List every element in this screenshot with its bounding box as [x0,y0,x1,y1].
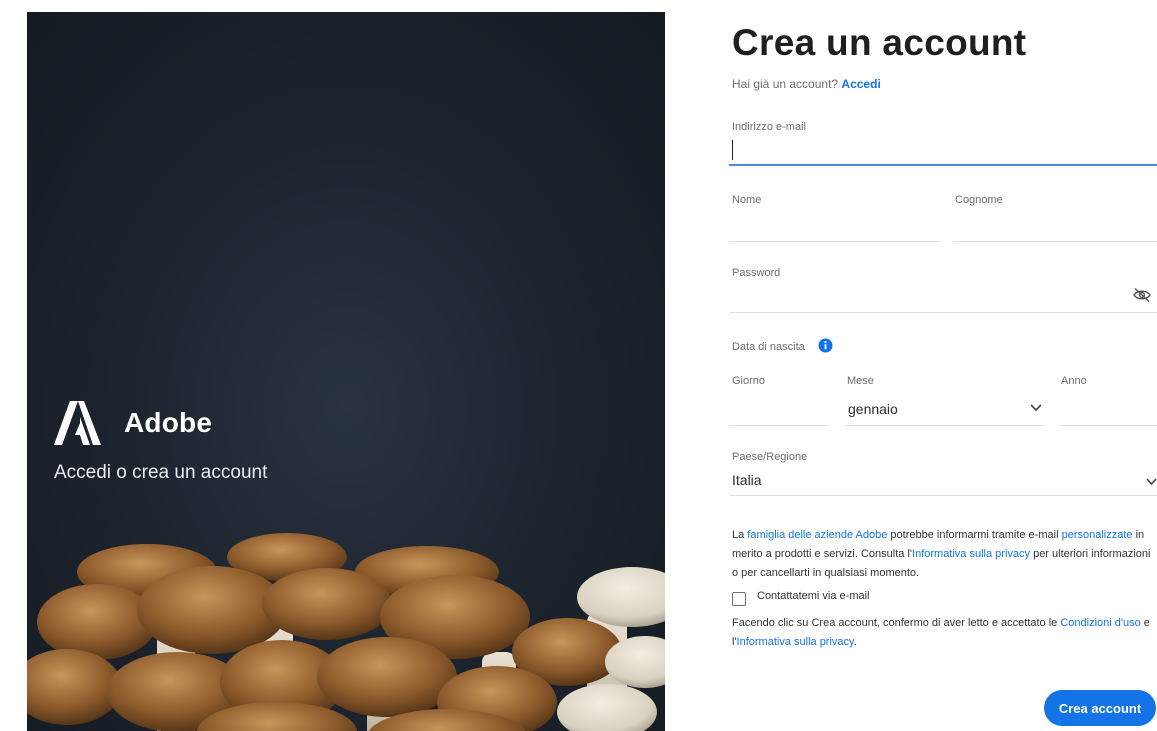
privacy-policy-link-2[interactable]: Informativa sulla privacy [737,636,854,648]
month-label: Mese [847,375,874,387]
create-account-button[interactable]: Crea account [1044,690,1156,726]
password-label: Password [732,267,781,279]
first-name-label: Nome [732,194,762,206]
last-name-label: Cognome [955,194,1003,206]
brand: Adobe [54,401,212,445]
first-name-underline [729,241,941,242]
year-label: Anno [1061,375,1087,387]
tagline: Accedi o crea un account [54,462,268,483]
chevron-down-icon [1146,478,1157,486]
password-underline [729,312,1157,313]
brand-name: Adobe [124,407,213,438]
chevron-down-icon [1030,404,1042,412]
terms-text: Facendo clic su Crea account, confermo d… [732,614,1157,652]
country-underline [729,495,1157,496]
consent-text-2: potrebbe informarmi tramite e-mail [887,529,1062,541]
email-label: Indirizzo e-mail [732,121,806,133]
page-title: Crea un account [732,22,1027,63]
contact-email-checkbox[interactable] [732,592,746,606]
info-icon[interactable] [818,338,833,353]
consent-text-1: La [732,529,748,541]
day-underline [729,425,829,426]
privacy-policy-link[interactable]: Informativa sulla privacy [912,548,1030,560]
family-of-companies-link[interactable]: famiglia delle aziende Adobe [747,529,887,541]
terms-text-3: . [853,636,857,648]
personalized-link[interactable]: personalizzate [1062,529,1133,541]
marketing-consent-text: La famiglia delle aziende Adobe potrebbe… [732,526,1157,583]
signin-link[interactable]: Accedi [841,77,880,91]
have-account-label: Hai già un account? [732,77,839,91]
day-label: Giorno [732,375,766,387]
month-select[interactable]: gennaio [845,392,1045,424]
eye-slash-icon[interactable] [1132,287,1152,303]
mushrooms-illustration [27,533,665,731]
day-field[interactable] [729,392,829,424]
email-field[interactable] [729,136,1157,164]
have-account-text: Hai già un account? Accedi [732,77,881,91]
birthdate-label: Data di nascita [732,341,805,353]
signup-form: Crea un account Hai già un account? Acce… [729,0,1157,731]
year-underline [1059,425,1157,426]
email-underline [729,164,1157,166]
month-value: gennaio [848,401,898,417]
adobe-logo [54,401,101,445]
country-value: Italia [732,472,762,488]
last-name-underline [953,241,1157,242]
hero-panel: Adobe Accedi o crea un account [27,12,665,731]
terms-of-use-link[interactable]: Condizioni d'uso [1060,617,1140,629]
year-field[interactable] [1059,392,1157,424]
password-field[interactable] [729,282,1129,310]
month-underline [845,425,1045,426]
country-select[interactable]: Italia [729,466,1157,494]
contact-email-label[interactable]: Contattatemi via e-mail [757,590,870,602]
last-name-field[interactable] [953,210,1157,240]
first-name-field[interactable] [729,210,941,240]
country-label: Paese/Regione [732,451,808,463]
terms-text-1: Facendo clic su Crea account, confermo d… [732,617,1061,629]
